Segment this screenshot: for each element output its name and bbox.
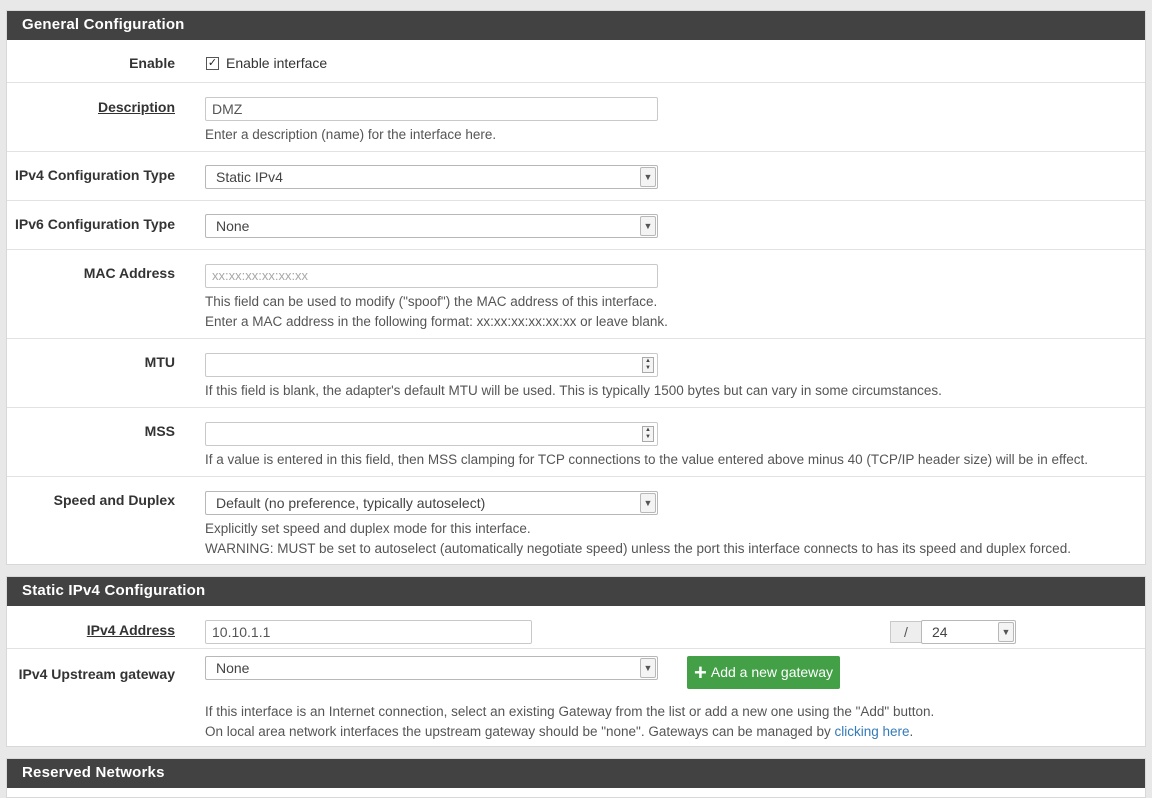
- ipv4-type-label: IPv4 Configuration Type: [15, 167, 175, 183]
- ipv4-type-select[interactable]: Static IPv4 ▼: [205, 165, 658, 189]
- ipv4-gateway-help-2: On local area network interfaces the ups…: [205, 722, 913, 742]
- add-gateway-button-label: Add a new gateway: [710, 664, 834, 680]
- description-row: Description DMZ Enter a description (nam…: [7, 83, 1145, 152]
- mtu-help: If this field is blank, the adapter's de…: [205, 383, 942, 398]
- ipv6-type-select[interactable]: None ▼: [205, 214, 658, 238]
- ipv4-gateway-help-2-text: On local area network interfaces the ups…: [205, 724, 835, 739]
- mac-address-help-2: Enter a MAC address in the following for…: [205, 314, 668, 329]
- chevron-down-icon: ▼: [640, 216, 656, 236]
- cidr-slash: /: [890, 621, 922, 643]
- panel-title: Static IPv4 Configuration: [7, 577, 1145, 606]
- mac-address-row: MAC Address xx:xx:xx:xx:xx:xx This field…: [7, 250, 1145, 339]
- description-input[interactable]: DMZ: [205, 97, 658, 121]
- mss-input[interactable]: ▲ ▼: [205, 422, 658, 446]
- ipv4-address-row: IPv4 Address 10.10.1.1 / 24 ▼: [7, 606, 1145, 649]
- speed-duplex-value: Default (no preference, typically autose…: [216, 495, 486, 511]
- speed-duplex-label: Speed and Duplex: [53, 492, 175, 508]
- ipv4-type-row: IPv4 Configuration Type Static IPv4 ▼: [7, 152, 1145, 201]
- speed-duplex-help-2: WARNING: MUST be set to autoselect (auto…: [205, 541, 1071, 556]
- add-gateway-button[interactable]: + Add a new gateway: [687, 656, 840, 689]
- mac-address-input[interactable]: xx:xx:xx:xx:xx:xx: [205, 264, 658, 288]
- ipv4-gateway-row: IPv4 Upstream gateway None ▼ + Add a new …: [7, 649, 1145, 747]
- enable-checkbox[interactable]: ✓: [206, 57, 219, 70]
- mss-stepper-icon[interactable]: ▲ ▼: [642, 426, 654, 442]
- mtu-stepper-icon[interactable]: ▲ ▼: [642, 357, 654, 373]
- mss-label: MSS: [144, 423, 175, 439]
- ipv4-gateway-select[interactable]: None ▼: [205, 656, 658, 680]
- mtu-row: MTU ▲ ▼ If this field is blank, the adapt…: [7, 339, 1145, 408]
- ipv4-gateway-help-2-suffix: .: [909, 724, 914, 739]
- ipv6-type-label: IPv6 Configuration Type: [15, 216, 175, 232]
- ipv6-type-row: IPv6 Configuration Type None ▼: [7, 201, 1145, 250]
- ipv4-address-label: IPv4 Address: [86, 622, 175, 638]
- speed-duplex-help-1: Explicitly set speed and duplex mode for…: [205, 521, 531, 536]
- enable-row: Enable ✓ Enable interface: [7, 40, 1145, 83]
- description-help: Enter a description (name) for the inter…: [205, 127, 497, 142]
- chevron-down-icon: ▼: [640, 167, 656, 187]
- chevron-down-icon: ▼: [640, 658, 656, 678]
- ipv4-gateway-help-1: If this interface is an Internet connect…: [205, 704, 935, 719]
- mss-row: MSS ▲ ▼ If a value is entered in this fie…: [7, 408, 1145, 477]
- enable-checkbox-label[interactable]: Enable interface: [226, 55, 327, 71]
- cidr-select[interactable]: 24 ▼: [921, 620, 1016, 644]
- description-label: Description: [97, 99, 175, 115]
- chevron-down-icon: ▼: [998, 622, 1014, 642]
- gateways-link[interactable]: clicking here: [834, 724, 909, 739]
- mss-help: If a value is entered in this field, the…: [205, 452, 1088, 467]
- reserved-networks-panel: Reserved Networks: [6, 758, 1146, 798]
- ipv4-gateway-value: None: [216, 660, 250, 676]
- chevron-down-icon: ▼: [640, 493, 656, 513]
- mtu-input[interactable]: ▲ ▼: [205, 353, 658, 377]
- cidr-value: 24: [932, 624, 948, 640]
- ipv4-address-input[interactable]: 10.10.1.1: [205, 620, 532, 644]
- panel-title: Reserved Networks: [7, 759, 1145, 788]
- ipv4-gateway-label: IPv4 Upstream gateway: [18, 666, 175, 682]
- panel-title: General Configuration: [7, 11, 1145, 40]
- ipv4-type-value: Static IPv4: [216, 169, 283, 185]
- ipv6-type-value: None: [216, 218, 250, 234]
- mac-address-label: MAC Address: [83, 265, 175, 281]
- plus-icon: +: [694, 660, 707, 685]
- enable-label: Enable: [129, 55, 175, 71]
- static-ipv4-panel: Static IPv4 Configuration IPv4 Address 1…: [6, 576, 1146, 747]
- speed-duplex-select[interactable]: Default (no preference, typically autose…: [205, 491, 658, 515]
- mac-address-help-1: This field can be used to modify ("spoof…: [205, 294, 658, 309]
- mtu-label: MTU: [144, 354, 175, 370]
- speed-duplex-row: Speed and Duplex Default (no preference,…: [7, 477, 1145, 565]
- general-configuration-panel: General Configuration Enable ✓ Enable in…: [6, 10, 1146, 565]
